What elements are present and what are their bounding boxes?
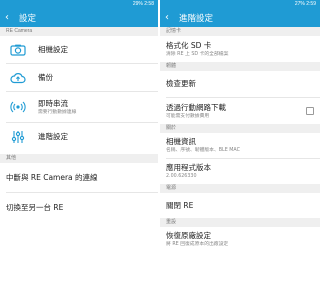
camera-info-label: 相機資訊	[166, 137, 196, 146]
power-off-item[interactable]: 關閉 RE	[160, 193, 320, 218]
back-arrow-icon[interactable]: ‹	[5, 8, 15, 27]
camera-info-sub: 名稱、序號、韌體版本、BLE MAC	[166, 148, 240, 153]
mobile-download-item[interactable]: 透過行動網路下載 可能需支付數據費用	[160, 98, 320, 124]
back-arrow-icon[interactable]: ‹	[165, 8, 175, 27]
livestream-label: 即時串流	[38, 98, 68, 108]
factory-reset-sub: 將 RE 回復成原本的出廠設定	[166, 241, 229, 247]
advanced-settings-item[interactable]: 進階設定	[0, 123, 158, 151]
camera-settings-label: 相機設定	[38, 44, 68, 54]
cloud-upload-icon	[6, 72, 30, 84]
power-off-label: 關閉 RE	[166, 200, 194, 210]
livestream-sub: 需要行動數據連線	[38, 109, 77, 115]
status-text: 27% 2:59	[294, 1, 316, 7]
mobile-download-checkbox[interactable]	[306, 107, 314, 115]
mobile-download-sub: 可能需支付數據費用	[166, 113, 210, 119]
disconnect-item[interactable]: 中斷與 RE Camera 的連線	[0, 163, 158, 192]
status-bar: 27% 2:59	[160, 0, 320, 8]
status-text: 29% 2:58	[132, 1, 154, 7]
factory-reset-label: 恢復原廠設定	[166, 230, 211, 240]
sliders-icon	[6, 129, 30, 145]
backup-item[interactable]: 備份	[0, 64, 158, 91]
section-header-other: 其他	[0, 154, 158, 163]
page-title: 設定	[19, 12, 37, 23]
section-header-power: 電源	[160, 184, 320, 193]
status-bar: 29% 2:58	[0, 0, 158, 8]
advanced-settings-label: 進階設定	[38, 132, 68, 141]
format-sd-item[interactable]: 格式化 SD 卡 清除 RE 上 SD 卡的全部檔案	[160, 36, 320, 62]
app-bar: ‹ 進階設定	[160, 8, 320, 27]
switch-re-label: 切換至另一台 RE	[6, 202, 64, 212]
camera-info-item[interactable]: 相機資訊 名稱、序號、韌體版本、BLE MAC	[160, 133, 320, 158]
section-header-re-camera: RE Camera	[0, 27, 158, 36]
disconnect-label: 中斷與 RE Camera 的連線	[6, 172, 98, 182]
section-header-reset: 重設	[160, 218, 320, 227]
app-version-item: 應用程式版本 2.00.626330	[160, 159, 320, 184]
app-bar: ‹ 設定	[0, 8, 158, 27]
camera-settings-item[interactable]: 相機設定	[0, 36, 158, 63]
format-sd-label: 格式化 SD 卡	[166, 40, 212, 50]
app-version-label: 應用程式版本	[166, 163, 211, 172]
settings-screen: 29% 2:58 ‹ 設定 RE Camera 相機設定 備份 即時串流 需要行…	[0, 0, 158, 282]
camera-icon	[6, 44, 30, 56]
section-header-about: 關於	[160, 124, 320, 133]
backup-label: 備份	[38, 72, 53, 82]
check-update-label: 檢查更新	[166, 79, 196, 88]
format-sd-sub: 清除 RE 上 SD 卡的全部檔案	[166, 51, 229, 57]
section-header-firmware: 韌體	[160, 62, 320, 71]
check-update-item[interactable]: 檢查更新	[160, 71, 320, 97]
factory-reset-item[interactable]: 恢復原廠設定 將 RE 回復成原本的出廠設定	[160, 227, 320, 251]
broadcast-icon	[6, 99, 30, 115]
advanced-settings-screen: 27% 2:59 ‹ 進階設定 記憶卡 格式化 SD 卡 清除 RE 上 SD …	[160, 0, 320, 282]
app-version-value: 2.00.626330	[166, 174, 197, 179]
page-title: 進階設定	[179, 12, 214, 23]
livestream-item[interactable]: 即時串流 需要行動數據連線	[0, 92, 158, 122]
switch-re-item[interactable]: 切換至另一台 RE	[0, 193, 158, 222]
section-header-sd: 記憶卡	[160, 27, 320, 36]
mobile-download-label: 透過行動網路下載	[166, 102, 226, 112]
